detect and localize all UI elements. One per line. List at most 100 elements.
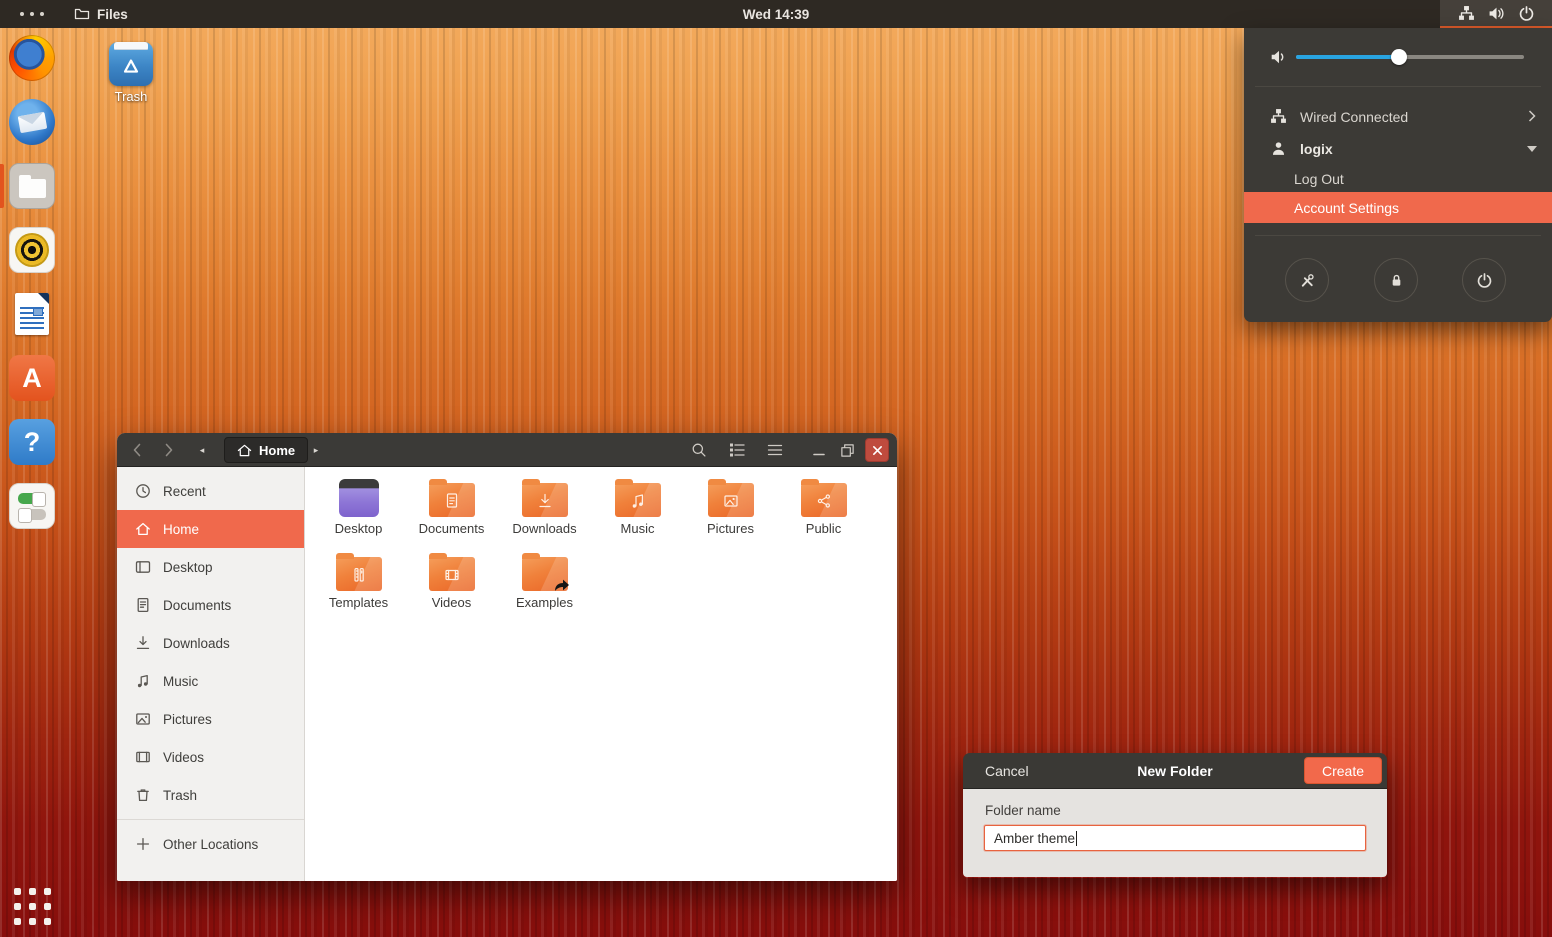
folder-desktop[interactable]: Desktop (312, 477, 405, 551)
volume-row (1244, 40, 1552, 74)
app-menu-label: Files (97, 7, 128, 22)
dialog-header: Cancel New Folder Create (963, 753, 1387, 789)
folder-videos[interactable]: Videos (405, 551, 498, 625)
chevron-down-icon (1527, 146, 1537, 152)
sidebar-item-home[interactable]: Home (117, 510, 304, 548)
sidebar-item-label: Pictures (163, 712, 212, 727)
grid-dot-icon (44, 918, 51, 925)
files-window: ◂ Home ▸ (117, 433, 897, 881)
folder-templates[interactable]: Templates (312, 551, 405, 625)
chevron-right-icon (1528, 109, 1536, 125)
power-icon (1518, 5, 1535, 22)
path-button-home[interactable]: Home (224, 437, 308, 463)
download-glyph-icon (521, 485, 569, 517)
path-next-arrow-icon[interactable]: ▸ (309, 433, 323, 467)
dock-thunderbird-icon[interactable] (9, 99, 55, 145)
menu-item-network[interactable]: Wired Connected (1244, 101, 1552, 132)
settings-button[interactable] (1285, 258, 1329, 302)
video-glyph-icon (428, 559, 476, 591)
dialog-body: Folder name Amber theme (963, 789, 1387, 877)
dock-libreoffice-writer-icon[interactable] (9, 291, 55, 337)
volume-slider-fill (1296, 55, 1399, 59)
music-icon (135, 673, 151, 689)
menu-separator (1255, 86, 1541, 87)
sidebar-item-trash[interactable]: Trash (117, 776, 304, 814)
folder-name-input[interactable]: Amber theme (984, 825, 1366, 851)
folder-label: Downloads (512, 521, 576, 536)
dock-settings-icon[interactable] (9, 483, 55, 529)
menu-item-label: Wired Connected (1300, 109, 1408, 125)
folder-examples[interactable]: Examples (498, 551, 591, 625)
folder-downloads[interactable]: Downloads (498, 477, 591, 551)
template-glyph-icon (335, 559, 383, 591)
sidebar-item-music[interactable]: Music (117, 662, 304, 700)
sidebar-item-pictures[interactable]: Pictures (117, 700, 304, 738)
minimize-button[interactable] (807, 438, 831, 462)
desktop-trash-icon[interactable]: Trash (105, 42, 157, 104)
sidebar-item-videos[interactable]: Videos (117, 738, 304, 776)
folder-documents[interactable]: Documents (405, 477, 498, 551)
power-button[interactable] (1462, 258, 1506, 302)
back-button[interactable] (125, 433, 149, 467)
sidebar-item-label: Documents (163, 598, 231, 613)
clock[interactable]: Wed 14:39 (0, 0, 1552, 28)
lock-button[interactable] (1374, 258, 1418, 302)
folder-label: Public (806, 521, 841, 536)
sidebar-item-downloads[interactable]: Downloads (117, 624, 304, 662)
maximize-button[interactable] (835, 438, 859, 462)
sidebar-item-documents[interactable]: Documents (117, 586, 304, 624)
sidebar-item-label: Recent (163, 484, 206, 499)
dock-rhythmbox-icon[interactable] (9, 227, 55, 273)
sidebar-item-label: Home (163, 522, 199, 537)
search-button[interactable] (687, 438, 711, 462)
menu-item-user[interactable]: logix (1244, 133, 1552, 164)
menu-item-label: logix (1300, 141, 1333, 157)
grid-dot-icon (14, 888, 21, 895)
volume-icon (1488, 5, 1505, 22)
menu-item-log-out[interactable]: Log Out (1244, 163, 1552, 194)
volume-slider[interactable] (1296, 55, 1524, 59)
downloads-icon (135, 635, 151, 651)
volume-slider-handle[interactable] (1391, 49, 1407, 65)
dock-help-icon[interactable]: ? (9, 419, 55, 465)
folder-pictures[interactable]: Pictures (684, 477, 777, 551)
create-button[interactable]: Create (1304, 757, 1382, 784)
software-letter: A (22, 363, 42, 394)
menu-button[interactable] (763, 438, 787, 462)
dock-firefox-icon[interactable] (9, 35, 55, 81)
sidebar-item-desktop[interactable]: Desktop (117, 548, 304, 586)
grid-dot-icon (29, 903, 36, 910)
trash-bin-icon (109, 42, 153, 86)
close-button[interactable] (865, 438, 889, 462)
activities-button[interactable] (20, 0, 44, 28)
show-applications-button[interactable] (11, 885, 53, 927)
folder-public[interactable]: Public (777, 477, 870, 551)
menu-item-account-settings[interactable]: Account Settings (1244, 192, 1552, 223)
list-view-button[interactable] (725, 438, 749, 462)
sidebar-item-other-locations[interactable]: Other Locations (117, 825, 304, 863)
header-bar[interactable]: ◂ Home ▸ (117, 433, 897, 467)
app-menu-files[interactable]: Files (64, 0, 138, 28)
speaker-icon (15, 233, 49, 267)
folder-label: Examples (516, 595, 573, 610)
music-glyph-icon (614, 485, 662, 517)
cancel-button[interactable]: Cancel (985, 763, 1029, 779)
path-prev-arrow-icon[interactable]: ◂ (195, 433, 209, 467)
image-placeholder-icon (33, 308, 43, 316)
sidebar-separator (117, 819, 304, 820)
grid-dot-icon (29, 918, 36, 925)
forward-button[interactable] (157, 433, 181, 467)
desktop-icon (135, 559, 151, 575)
dock-files-icon[interactable] (9, 163, 55, 209)
plus-icon (135, 836, 151, 852)
home-icon (135, 521, 151, 537)
dock-ubuntu-software-icon[interactable]: A (9, 355, 55, 401)
sidebar-item-recent[interactable]: Recent (117, 472, 304, 510)
path-button-label: Home (259, 443, 295, 458)
system-tray[interactable] (1440, 0, 1552, 28)
file-grid: Desktop Documents Downloads Music (306, 467, 897, 881)
folder-label: Templates (329, 595, 388, 610)
folder-music[interactable]: Music (591, 477, 684, 551)
speaker-icon (1270, 48, 1288, 66)
menu-footer-buttons (1244, 258, 1552, 302)
